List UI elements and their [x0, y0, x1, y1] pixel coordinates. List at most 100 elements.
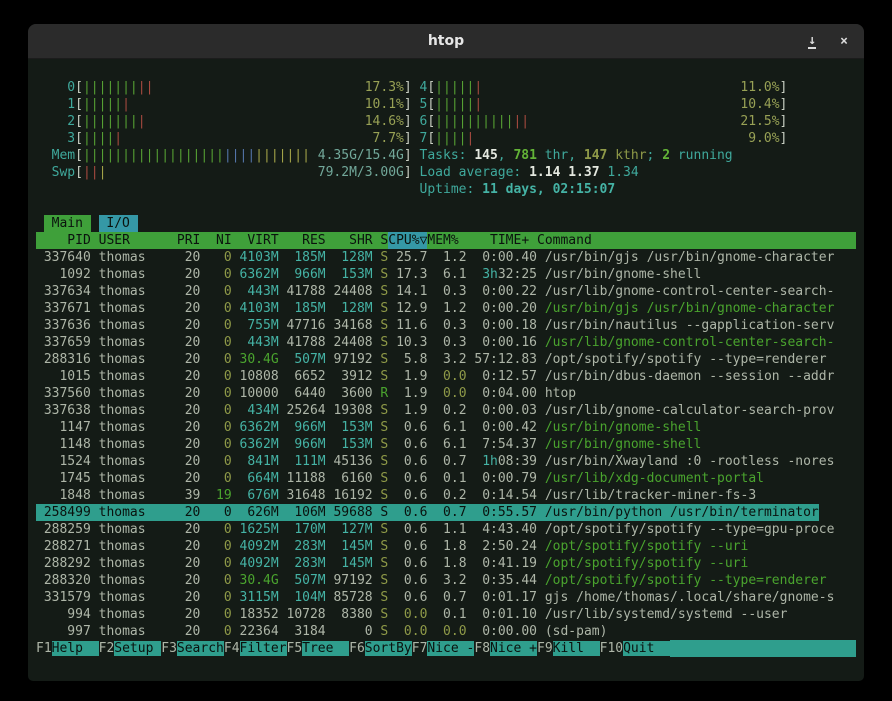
- column-header-shr[interactable]: SHR: [326, 232, 373, 249]
- command-cell: /usr/bin/gjs /usr/bin/gnome-character: [545, 300, 835, 317]
- meter-bracket: [: [427, 130, 435, 147]
- fn-action-label: Tree: [302, 641, 349, 656]
- meter-label: 0: [36, 79, 75, 96]
- close-icon[interactable]: ×: [840, 35, 848, 48]
- meter-segment-green: |||||: [83, 97, 122, 112]
- column-header-pid[interactable]: PID: [36, 232, 99, 249]
- command-cell: /usr/lib/xdg-document-portal: [545, 470, 764, 487]
- process-row[interactable]: 288292 thomas 20 0 4092M 283M 145M S 0.6…: [36, 555, 856, 572]
- meter-segment-green: |||||: [435, 80, 474, 95]
- command-cell: /usr/lib/gnome-calculator-search-prov: [545, 402, 835, 419]
- column-header-s[interactable]: S: [373, 232, 389, 249]
- meter-bracket: [: [75, 130, 83, 147]
- process-row[interactable]: 1745 thomas 20 0 664M 11188 6160 S 0.6 0…: [36, 470, 856, 487]
- tab-main[interactable]: Main: [44, 215, 91, 232]
- titlebar[interactable]: htop ↓ ×: [28, 24, 864, 59]
- process-row[interactable]: 1015 thomas 20 0 10808 6652 3912 S 1.9 0…: [36, 368, 856, 385]
- cpu-meter-4: 4[||||||11.0%]: [420, 79, 788, 96]
- terminal-window: htop ↓ × 0[|||||||||17.3%] 4[||||||11.0%…: [28, 24, 864, 681]
- meter-bar: |||||||||17.3%: [83, 79, 404, 96]
- fn-f10-button[interactable]: F10Quit: [600, 640, 670, 657]
- column-header-virt[interactable]: VIRT: [232, 232, 279, 249]
- fn-f8-button[interactable]: F8Nice +: [474, 640, 537, 657]
- meter-bar: ||||||10.4%: [435, 96, 779, 113]
- fn-action-label: SortBy: [365, 641, 412, 656]
- meter-bar: ||||||11.0%: [435, 79, 779, 96]
- blank-line: [36, 198, 856, 215]
- fn-key-label: F7: [412, 641, 428, 656]
- tab-io[interactable]: I/O: [99, 215, 138, 232]
- fn-f4-button[interactable]: F4Filter: [224, 640, 287, 657]
- fn-key-label: F10: [600, 641, 623, 656]
- column-header-pri[interactable]: PRI: [177, 232, 200, 249]
- meter-segment-red: ||: [513, 114, 529, 129]
- column-header-cpu%▽[interactable]: CPU%▽: [388, 232, 427, 249]
- column-header-ni[interactable]: NI: [200, 232, 231, 249]
- process-row[interactable]: 258499 thomas 20 0 626M 106M 59688 S 0.6…: [36, 504, 856, 521]
- meter-value: 10.4%: [740, 96, 779, 113]
- fn-f5-button[interactable]: F5Tree: [287, 640, 350, 657]
- fn-action-label: Kill: [553, 641, 600, 656]
- fn-key-label: F6: [349, 641, 365, 656]
- cpu-meter-0: 0[|||||||||17.3%]: [36, 79, 412, 96]
- meter-value: 14.6%: [365, 113, 404, 130]
- command-cell: /usr/lib/gnome-control-center-search-: [545, 283, 835, 300]
- process-row[interactable]: 337640 thomas 20 0 4103M 185M 128M S 25.…: [36, 249, 856, 266]
- process-row[interactable]: 288259 thomas 20 0 1625M 170M 127M S 0.6…: [36, 521, 856, 538]
- process-row[interactable]: 1092 thomas 20 0 6362M 966M 153M S 17.3 …: [36, 266, 856, 283]
- fn-f6-button[interactable]: F6SortBy: [349, 640, 412, 657]
- process-row[interactable]: 997 thomas 20 0 22364 3184 0 S 0.0 0.0 0…: [36, 623, 856, 640]
- command-cell: /usr/bin/gnome-shell: [545, 266, 702, 283]
- process-row[interactable]: 288271 thomas 20 0 4092M 283M 145M S 0.6…: [36, 538, 856, 555]
- meter-bracket: [: [75, 147, 83, 164]
- process-row[interactable]: 1848 thomas 39 19 676M 31648 16192 S 0.6…: [36, 487, 856, 504]
- column-header-mem%[interactable]: MEM%: [427, 232, 466, 249]
- meter-value: 17.3%: [365, 79, 404, 96]
- meter-segment-red: |: [122, 97, 130, 112]
- meter-segment-red: |: [474, 97, 482, 112]
- process-row[interactable]: 1147 thomas 20 0 6362M 966M 153M S 0.6 6…: [36, 419, 856, 436]
- fn-f1-button[interactable]: F1Help: [36, 640, 99, 657]
- column-header-res[interactable]: RES: [279, 232, 326, 249]
- meter-pipes: |||||||||||||||||||||||||||||: [83, 147, 310, 164]
- fn-f7-button[interactable]: F7Nice -: [412, 640, 475, 657]
- fn-action-label: Setup: [114, 641, 161, 656]
- fn-key-label: F1: [36, 641, 52, 656]
- process-row[interactable]: 994 thomas 20 0 18352 10728 8380 S 0.0 0…: [36, 606, 856, 623]
- column-header-command[interactable]: Command: [529, 232, 592, 249]
- cpu-meter-3: 3[|||||7.7%]: [36, 130, 412, 147]
- meter-label: Mem: [36, 147, 75, 164]
- meter-label: 7: [420, 130, 428, 147]
- meter-bracket: [: [427, 96, 435, 113]
- command-cell: gjs /home/thomas/.local/share/gnome-s: [545, 589, 835, 606]
- process-row[interactable]: 337636 thomas 20 0 755M 47716 34168 S 11…: [36, 317, 856, 334]
- cpu-meter-2: 2[||||||||14.6%]: [36, 113, 412, 130]
- process-row[interactable]: 1148 thomas 20 0 6362M 966M 153M S 0.6 6…: [36, 436, 856, 453]
- meter-pipes: |||||: [83, 130, 122, 147]
- meter-bracket: ]: [404, 79, 412, 96]
- process-row[interactable]: 288320 thomas 20 0 30.4G 507M 97192 S 0.…: [36, 572, 856, 589]
- process-row[interactable]: 331579 thomas 20 0 3115M 104M 85728 S 0.…: [36, 589, 856, 606]
- command-cell: /opt/spotify/spotify --uri: [545, 538, 749, 555]
- fn-action-label: Nice +: [490, 641, 537, 656]
- restore-icon[interactable]: ↓: [808, 34, 816, 49]
- column-header-user[interactable]: USER: [99, 232, 177, 249]
- fn-f9-button[interactable]: F9Kill: [537, 640, 600, 657]
- process-row[interactable]: 337659 thomas 20 0 443M 41788 24408 S 10…: [36, 334, 856, 351]
- fn-f3-button[interactable]: F3Search: [161, 640, 224, 657]
- process-row[interactable]: 337638 thomas 20 0 434M 25264 19308 S 1.…: [36, 402, 856, 419]
- meter-label: 6: [420, 113, 428, 130]
- meter-line: Mem[|||||||||||||||||||||||||||||4.35G/1…: [36, 147, 856, 164]
- process-row[interactable]: 1524 thomas 20 0 841M 111M 45136 S 0.6 0…: [36, 453, 856, 470]
- meter-segment-green: |||||||: [83, 80, 138, 95]
- fn-f2-button[interactable]: F2Setup: [99, 640, 162, 657]
- process-row[interactable]: 337634 thomas 20 0 443M 41788 24408 S 14…: [36, 283, 856, 300]
- column-header-time+[interactable]: TIME+: [467, 232, 530, 249]
- process-row[interactable]: 337671 thomas 20 0 4103M 185M 128M S 12.…: [36, 300, 856, 317]
- process-row[interactable]: 337560 thomas 20 0 10000 6440 3600 R 1.9…: [36, 385, 856, 402]
- process-row[interactable]: 288316 thomas 20 0 30.4G 507M 97192 S 5.…: [36, 351, 856, 368]
- fn-bar-filler: [670, 640, 856, 657]
- command-cell: /usr/lib/gnome-control-center-search-: [545, 334, 835, 351]
- time-cell: 1h08:39: [467, 453, 537, 470]
- meter-segment-red: |: [466, 131, 474, 146]
